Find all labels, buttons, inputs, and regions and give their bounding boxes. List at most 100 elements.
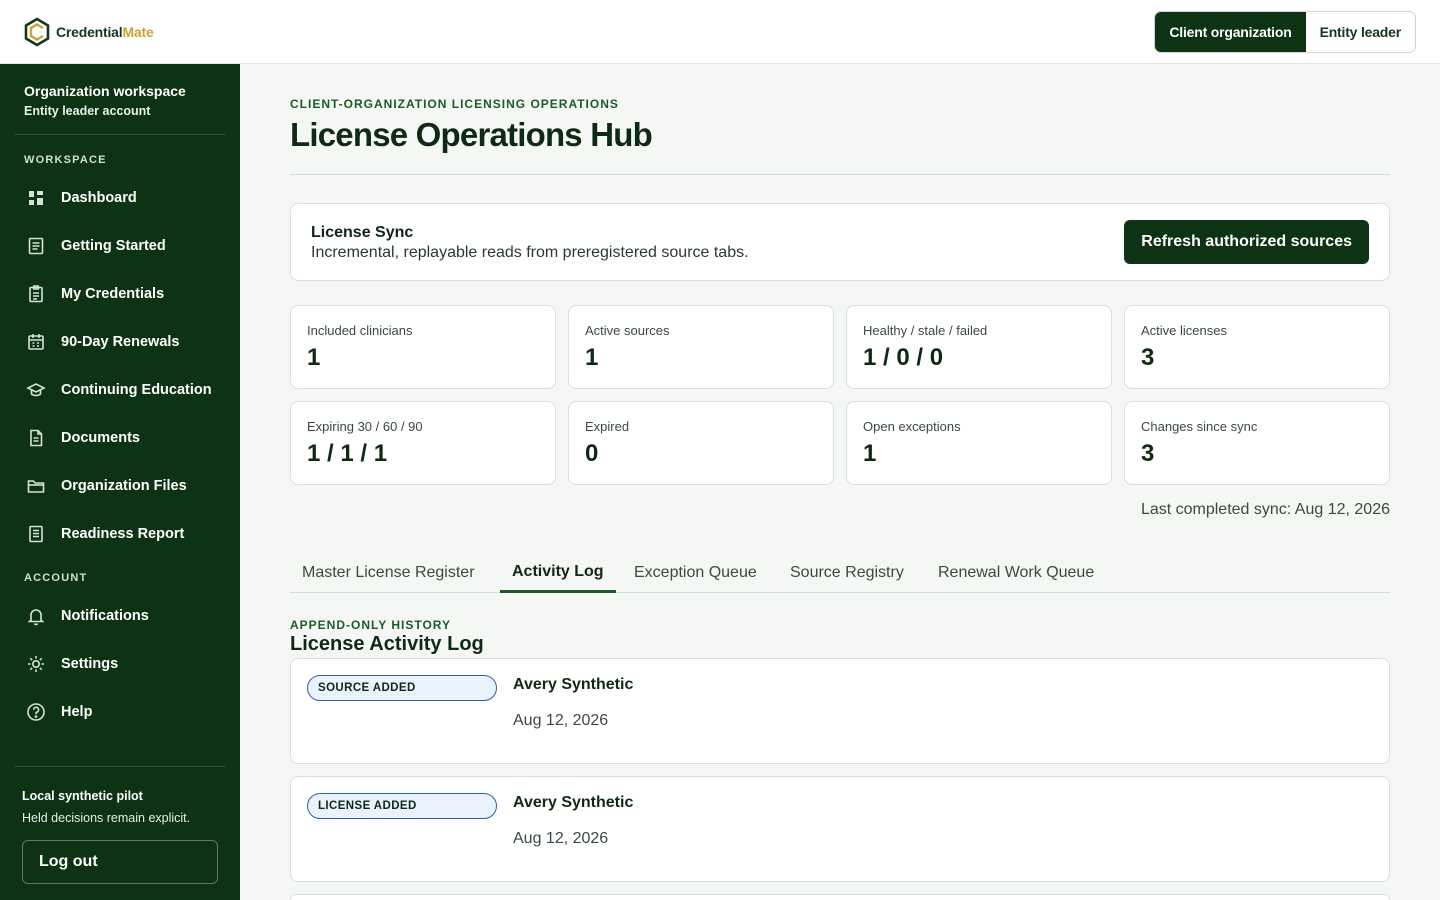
bell-icon — [25, 605, 47, 627]
sidebar-section-workspace: WORKSPACE — [24, 154, 107, 166]
stat-card-changes-since-sync: Changes since sync 3 — [1124, 401, 1390, 485]
role-client-organization-button[interactable]: Client organization — [1155, 12, 1306, 52]
sidebar-item-label: Help — [61, 704, 93, 720]
top-bar: CredentialMate Client organization Entit… — [0, 0, 1440, 64]
section-eyebrow: APPEND-ONLY HISTORY — [290, 618, 452, 632]
sidebar-item-continuing-education[interactable]: Continuing Education — [14, 370, 226, 410]
header-divider — [290, 174, 1390, 175]
sidebar-item-label: Getting Started — [61, 238, 166, 254]
logout-button[interactable]: Log out — [22, 840, 218, 884]
stat-card-open-exceptions: Open exceptions 1 — [846, 401, 1112, 485]
stat-card-active-sources: Active sources 1 — [568, 305, 834, 389]
stat-value: 1 — [863, 440, 877, 467]
stat-label: Included clinicians — [307, 323, 413, 338]
role-switch: Client organization Entity leader — [1154, 11, 1416, 53]
report-icon — [25, 523, 47, 545]
activity-entry[interactable]: SOURCE ADDED Avery Synthetic Aug 12, 202… — [290, 658, 1390, 764]
sidebar-item-getting-started[interactable]: Getting Started — [14, 226, 226, 266]
entry-date: Aug 12, 2026 — [513, 830, 609, 847]
stat-value: 3 — [1141, 344, 1155, 371]
refresh-sources-button[interactable]: Refresh authorized sources — [1124, 220, 1369, 264]
entry-date: Aug 12, 2026 — [513, 712, 609, 729]
folder-icon — [25, 475, 47, 497]
sidebar-divider — [14, 766, 226, 767]
sidebar-item-label: My Credentials — [61, 286, 165, 302]
tab-exception-queue[interactable]: Exception Queue — [622, 553, 769, 593]
stat-value: 0 — [585, 440, 599, 467]
sidebar-item-label: Documents — [61, 430, 140, 446]
stat-card-expiring: Expiring 30 / 60 / 90 1 / 1 / 1 — [290, 401, 556, 485]
stat-card-expired: Expired 0 — [568, 401, 834, 485]
stat-label: Active licenses — [1141, 323, 1227, 338]
workspace-subtitle: Entity leader account — [24, 104, 151, 118]
sidebar-item-90-day-renewals[interactable]: 90-Day Renewals — [14, 322, 226, 362]
workspace-title: Organization workspace — [24, 83, 186, 99]
sidebar-item-organization-files[interactable]: Organization Files — [14, 466, 226, 506]
sidebar-divider — [14, 134, 226, 135]
sync-title: License Sync — [311, 224, 414, 241]
sidebar-item-label: Continuing Education — [61, 382, 212, 398]
sync-subtitle: Incremental, replayable reads from prere… — [311, 244, 749, 261]
sidebar-item-help[interactable]: Help — [14, 692, 226, 732]
sidebar: Organization workspace Entity leader acc… — [0, 64, 240, 900]
event-type-badge: LICENSE ADDED — [307, 793, 497, 819]
stat-label: Healthy / stale / failed — [863, 323, 988, 338]
sidebar-item-label: Readiness Report — [61, 526, 185, 542]
role-entity-leader-button[interactable]: Entity leader — [1306, 12, 1415, 52]
event-type-badge: SOURCE ADDED — [307, 675, 497, 701]
stat-value: 1 / 0 / 0 — [863, 344, 944, 371]
stat-label: Active sources — [585, 323, 670, 338]
stat-label: Expiring 30 / 60 / 90 — [307, 419, 423, 434]
last-sync-text: Last completed sync: Aug 12, 2026 — [1140, 501, 1390, 518]
stat-value: 1 / 1 / 1 — [307, 440, 388, 467]
stat-value: 1 — [585, 344, 599, 371]
stat-label: Open exceptions — [863, 419, 961, 434]
activity-entry[interactable]: LICENSE ADDED Avery Synthetic Aug 12, 20… — [290, 776, 1390, 882]
sidebar-item-dashboard[interactable]: Dashboard — [14, 178, 226, 218]
clipboard-icon — [25, 283, 47, 305]
dashboard-icon — [25, 187, 47, 209]
stat-value: 1 — [307, 344, 321, 371]
sidebar-item-label: Settings — [61, 656, 119, 672]
calendar-icon — [25, 331, 47, 353]
activity-entry-partial[interactable] — [290, 894, 1390, 900]
logo-icon — [24, 17, 50, 47]
tab-activity-log[interactable]: Activity Log — [500, 553, 616, 593]
stat-label: Expired — [585, 419, 630, 434]
sidebar-item-documents[interactable]: Documents — [14, 418, 226, 458]
help-icon — [25, 701, 47, 723]
stat-value: 3 — [1141, 440, 1155, 467]
sidebar-item-label: Organization Files — [61, 478, 187, 494]
gear-icon — [25, 653, 47, 675]
sidebar-item-my-credentials[interactable]: My Credentials — [14, 274, 226, 314]
tab-source-registry[interactable]: Source Registry — [778, 553, 916, 593]
sidebar-item-settings[interactable]: Settings — [14, 644, 226, 684]
sidebar-item-notifications[interactable]: Notifications — [14, 596, 226, 636]
graduation-cap-icon — [25, 379, 47, 401]
sidebar-item-label: 90-Day Renewals — [61, 334, 180, 350]
stat-card-included-clinicians: Included clinicians 1 — [290, 305, 556, 389]
sidebar-item-readiness-report[interactable]: Readiness Report — [14, 514, 226, 554]
page-eyebrow: CLIENT-ORGANIZATION LICENSING OPERATIONS — [290, 97, 619, 111]
entry-clinician-name: Avery Synthetic — [513, 794, 634, 811]
page-title: License Operations Hub — [290, 116, 653, 153]
tab-renewal-work-queue[interactable]: Renewal Work Queue — [926, 553, 1106, 593]
checklist-icon — [25, 235, 47, 257]
brand-name: CredentialMate — [56, 24, 154, 40]
pilot-subtitle: Held decisions remain explicit. — [22, 811, 191, 825]
license-sync-card: License Sync Incremental, replayable rea… — [290, 203, 1390, 281]
stat-label: Changes since sync — [1141, 419, 1258, 434]
stat-card-active-licenses: Active licenses 3 — [1124, 305, 1390, 389]
brand-logo[interactable]: CredentialMate — [24, 17, 154, 47]
entry-clinician-name: Avery Synthetic — [513, 676, 634, 693]
sidebar-item-label: Dashboard — [61, 190, 137, 206]
tab-master-license-register[interactable]: Master License Register — [290, 553, 487, 593]
sidebar-section-account: ACCOUNT — [24, 572, 88, 584]
sidebar-item-label: Notifications — [61, 608, 149, 624]
tab-bar: Master License Register Activity Log Exc… — [290, 553, 1390, 593]
pilot-title: Local synthetic pilot — [22, 789, 143, 803]
section-title: License Activity Log — [290, 633, 484, 655]
main-content: CLIENT-ORGANIZATION LICENSING OPERATIONS… — [240, 64, 1440, 900]
stat-card-source-health: Healthy / stale / failed 1 / 0 / 0 — [846, 305, 1112, 389]
document-icon — [25, 427, 47, 449]
